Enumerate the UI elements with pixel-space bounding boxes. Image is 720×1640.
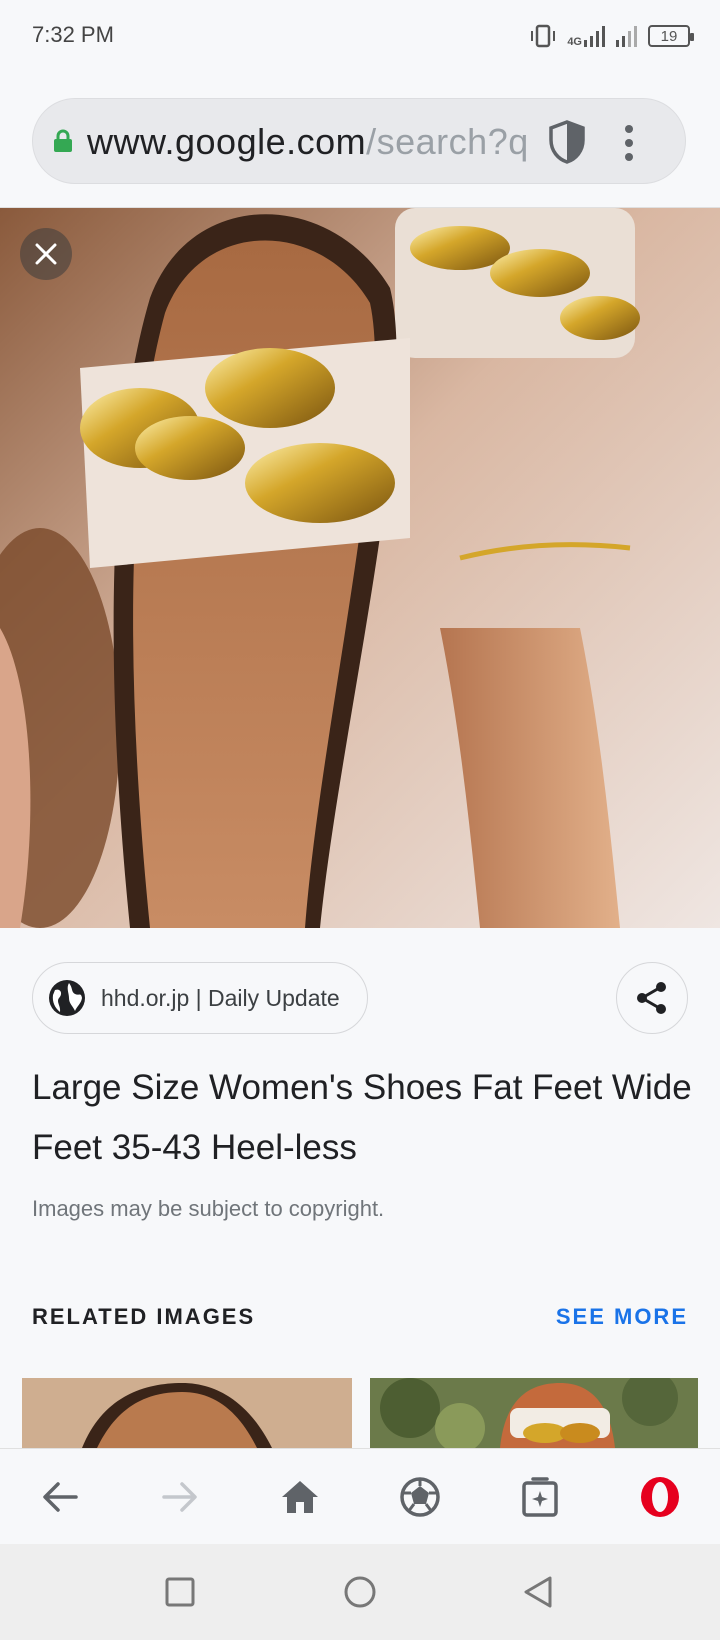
url-domain: www.google.com bbox=[87, 121, 367, 162]
close-icon bbox=[35, 243, 57, 265]
network-type: 4G bbox=[567, 36, 582, 48]
status-bar: 7:32 PM 4G 19 bbox=[0, 0, 720, 72]
tabs-button[interactable] bbox=[516, 1473, 564, 1521]
status-icons: 4G 19 bbox=[529, 20, 694, 52]
source-link[interactable]: hhd.or.jp | Daily Update bbox=[32, 962, 368, 1034]
url-text[interactable]: www.google.com/search?q bbox=[87, 121, 565, 165]
back-icon bbox=[43, 1482, 78, 1512]
recents-button[interactable] bbox=[160, 1572, 200, 1612]
more-vert-icon[interactable] bbox=[623, 123, 635, 163]
shield-icon[interactable] bbox=[547, 119, 587, 165]
speed-dial-icon bbox=[400, 1477, 440, 1517]
signal-icon-2 bbox=[616, 26, 637, 47]
opera-menu-icon bbox=[641, 1477, 679, 1517]
product-image[interactable] bbox=[0, 208, 720, 928]
opera-menu-button[interactable] bbox=[636, 1473, 684, 1521]
forward-icon bbox=[162, 1482, 197, 1512]
system-navigation-bar bbox=[0, 1544, 720, 1640]
triangle-back-icon bbox=[524, 1576, 552, 1608]
share-button[interactable] bbox=[616, 962, 688, 1034]
battery-icon: 19 bbox=[648, 25, 694, 47]
address-bar[interactable]: www.google.com/search?q bbox=[32, 98, 686, 184]
status-time: 7:32 PM bbox=[32, 22, 114, 47]
speed-dial-button[interactable] bbox=[396, 1473, 444, 1521]
browser-address-area: www.google.com/search?q bbox=[0, 72, 720, 208]
back-button[interactable] bbox=[36, 1473, 84, 1521]
battery-level: 19 bbox=[660, 27, 678, 45]
source-label: hhd.or.jp | Daily Update bbox=[101, 984, 340, 1011]
lock-icon bbox=[54, 129, 72, 152]
close-button[interactable] bbox=[20, 228, 72, 280]
square-icon bbox=[165, 1577, 195, 1607]
browser-toolbar bbox=[0, 1448, 720, 1544]
related-image-thumbnail[interactable] bbox=[22, 1378, 352, 1448]
signal-icon-1: 4G bbox=[567, 25, 606, 48]
tabs-icon bbox=[522, 1477, 558, 1517]
circle-icon bbox=[344, 1576, 376, 1608]
url-path: /search?q bbox=[366, 121, 529, 162]
home-icon bbox=[282, 1481, 318, 1513]
related-images-heading: RELATED IMAGES bbox=[32, 1304, 256, 1329]
copyright-notice: Images may be subject to copyright. bbox=[32, 1196, 385, 1221]
home-button[interactable] bbox=[276, 1473, 324, 1521]
home-nav-button[interactable] bbox=[340, 1572, 380, 1612]
vibrate-icon bbox=[531, 24, 556, 48]
image-title[interactable]: Large Size Women's Shoes Fat Feet Wide F… bbox=[32, 1058, 696, 1178]
see-more-link[interactable]: SEE MORE bbox=[556, 1304, 688, 1330]
related-image-thumbnail[interactable] bbox=[370, 1378, 698, 1448]
back-nav-button[interactable] bbox=[518, 1572, 558, 1612]
forward-button[interactable] bbox=[156, 1473, 204, 1521]
share-icon bbox=[637, 982, 666, 1014]
sandal-photo bbox=[0, 208, 720, 928]
globe-icon bbox=[49, 980, 85, 1016]
